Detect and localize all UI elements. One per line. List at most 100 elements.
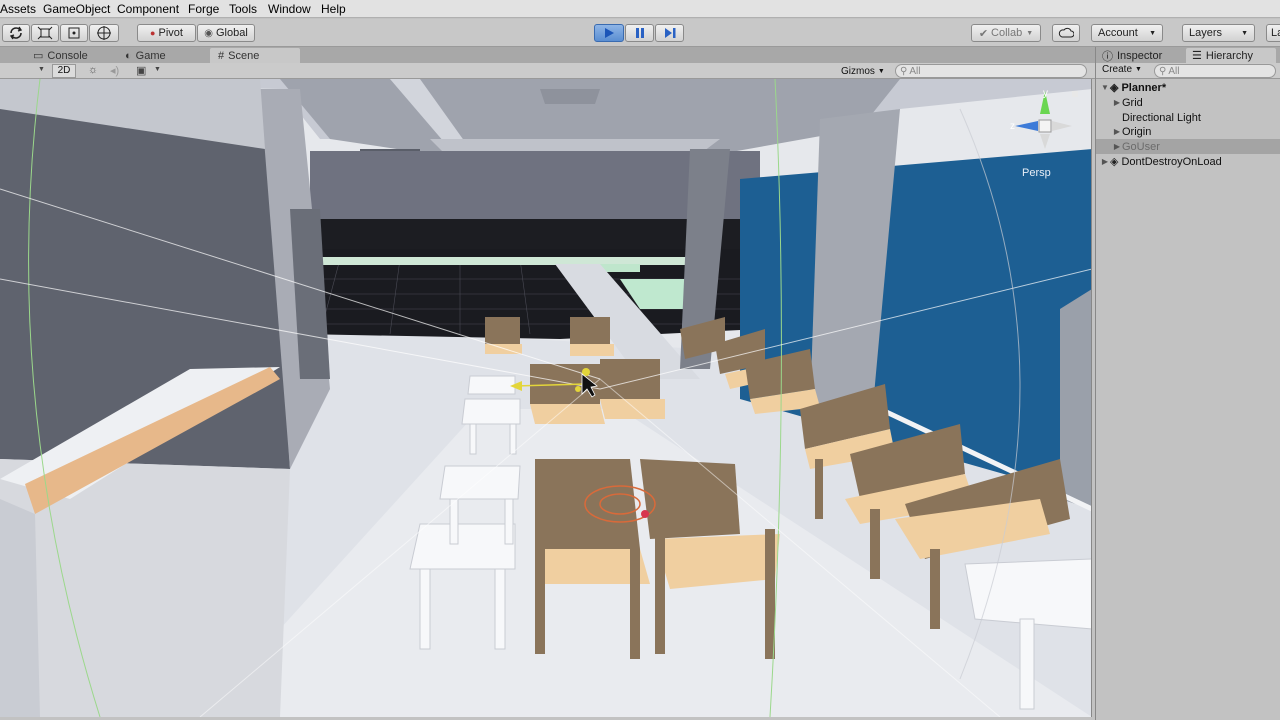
shading-dropdown-arrow-icon[interactable]: ▼: [38, 66, 45, 73]
right-far-column: [1060, 289, 1091, 509]
tab-scene[interactable]: # Scene: [210, 48, 300, 63]
effects-icon[interactable]: ▣: [136, 64, 146, 77]
unity-scene-icon: ◈: [1110, 156, 1119, 168]
tab-hierarchy-label: Hierarchy: [1205, 49, 1253, 62]
tab-inspector[interactable]: ⓘ Inspector: [1102, 48, 1162, 63]
step-button[interactable]: [655, 24, 684, 42]
lighting-icon[interactable]: ☼: [88, 64, 98, 76]
hierarchy-item-directional-light[interactable]: Directional Light: [1096, 110, 1280, 125]
reception-desk-front: [0, 499, 40, 717]
inspector-icon: ⓘ: [1102, 50, 1113, 63]
hierarchy-item-gouser[interactable]: ▶ GoUser: [1096, 139, 1280, 154]
ceiling-light: [540, 89, 600, 104]
transform-tool-icon: [97, 26, 111, 40]
tab-console[interactable]: ▭ Console: [33, 48, 88, 63]
distant-green-strip: [295, 257, 695, 265]
hierarchy-item-origin[interactable]: ▶ Origin: [1096, 124, 1280, 139]
collapsed-arrow-icon[interactable]: ▶: [1100, 157, 1110, 166]
rotate-tool-button[interactable]: [2, 24, 30, 42]
pivot-icon: ●: [150, 28, 156, 38]
tab-game-label: Game: [135, 49, 166, 62]
mode-2d-toggle[interactable]: 2D: [52, 64, 76, 78]
play-button[interactable]: [594, 24, 624, 42]
dropdown-arrow-icon: ▼: [877, 67, 885, 75]
pause-button[interactable]: [625, 24, 654, 42]
tab-scene-label: Scene: [228, 49, 260, 62]
toolbar: ● Pivot ◉ Global ✔ Collab ▼ Account ▼ Layers ▼…: [0, 19, 1280, 47]
unity-scene-icon: ◈: [1110, 82, 1119, 94]
tab-game[interactable]: ◐ Game: [125, 48, 166, 63]
create-dropdown[interactable]: Create ▼: [1102, 64, 1142, 75]
menu-bar: Assets GameObject Component Forge Tools …: [0, 0, 1280, 18]
scene-icon: #: [218, 49, 225, 62]
lock-icon: [1072, 91, 1078, 97]
account-label: Account: [1098, 27, 1138, 39]
gizmos-label: Gizmos: [841, 65, 875, 77]
game-icon: ◐: [125, 49, 132, 62]
rect-tool-icon: [68, 27, 80, 39]
gizmos-dropdown[interactable]: Gizmos ▼: [841, 64, 885, 78]
collapsed-arrow-icon[interactable]: ▶: [1112, 142, 1122, 151]
play-icon: [605, 28, 614, 38]
rotate-icon: [9, 26, 23, 40]
collapsed-arrow-icon[interactable]: ▶: [1112, 98, 1122, 107]
hierarchy-scene-dontdestroy[interactable]: ▶ ◈ DontDestroyOnLoad: [1096, 154, 1280, 169]
scene-render: y z Persp: [0, 79, 1091, 717]
hierarchy-search-input[interactable]: ⚲ All: [1154, 64, 1276, 78]
tab-hierarchy[interactable]: ☰ Hierarchy: [1186, 48, 1276, 63]
collapsed-arrow-icon[interactable]: ▶: [1112, 127, 1122, 136]
effects-dropdown-arrow-icon[interactable]: ▼: [154, 66, 161, 73]
tab-inspector-label: Inspector: [1117, 49, 1163, 62]
menu-help[interactable]: Help: [321, 2, 346, 16]
hierarchy-item-grid[interactable]: ▶ Grid: [1096, 95, 1280, 110]
mode-2d-label: 2D: [57, 65, 71, 76]
expanded-arrow-icon[interactable]: ▼: [1100, 83, 1110, 92]
scale-icon: [37, 26, 53, 40]
menu-component[interactable]: Component: [117, 2, 179, 16]
check-icon: ✔: [978, 27, 989, 40]
collab-button[interactable]: ✔ Collab ▼: [971, 24, 1041, 42]
global-button[interactable]: ◉ Global: [197, 24, 255, 42]
layers-dropdown[interactable]: Layers ▼: [1182, 24, 1255, 42]
step-icon: [664, 28, 675, 38]
gizmo-z-label: z: [1010, 121, 1015, 132]
pause-icon: [635, 28, 644, 38]
rect-tool-button[interactable]: [60, 24, 88, 42]
layout-dropdown[interactable]: La: [1266, 24, 1280, 42]
scene-toolbar: ▼ 2D ☼ ◂) ▣ ▼ Gizmos ▼ ⚲ All: [0, 63, 1095, 79]
pivot-button[interactable]: ● Pivot: [137, 24, 196, 42]
dropdown-arrow-icon: ▼: [1026, 29, 1034, 37]
hierarchy-scene-planner[interactable]: ▼ ◈ Planner*: [1096, 80, 1280, 95]
layers-label: Layers: [1189, 27, 1223, 39]
transform-tool-button[interactable]: [89, 24, 119, 42]
console-icon: ▭: [33, 50, 44, 62]
editor-tab-row: ▭ Console ◐ Game # Scene: [0, 47, 1095, 63]
menu-assets[interactable]: Assets: [0, 2, 36, 16]
cloud-icon: [1058, 27, 1074, 38]
account-dropdown[interactable]: Account ▼: [1091, 24, 1163, 42]
menu-forge[interactable]: Forge: [188, 2, 219, 16]
gizmo-y-label: y: [1043, 88, 1048, 99]
dropdown-arrow-icon: ▼: [1135, 66, 1142, 73]
hierarchy-search-placeholder: All: [1168, 65, 1180, 77]
right-panel: ⓘ Inspector ☰ Hierarchy Create ▼ ⚲ All ▼ ◈ Pla…: [1095, 47, 1280, 720]
hierarchy-icon: ☰: [1192, 50, 1202, 62]
scene-search-placeholder: All: [909, 65, 921, 77]
menu-gameobject[interactable]: GameObject: [43, 2, 110, 16]
menu-window[interactable]: Window: [268, 2, 311, 16]
scene-search-input[interactable]: ⚲ All: [895, 64, 1087, 78]
audio-icon[interactable]: ◂): [110, 64, 119, 77]
search-icon: ⚲: [900, 65, 908, 77]
dropdown-arrow-icon: ▼: [1241, 29, 1248, 37]
globe-icon: ◉: [204, 27, 213, 39]
cloud-button[interactable]: [1052, 24, 1080, 42]
scene-name: Planner*: [1121, 81, 1167, 94]
menu-tools[interactable]: Tools: [229, 2, 257, 16]
global-label: Global: [215, 27, 248, 39]
create-label: Create: [1102, 64, 1133, 75]
scene-viewport[interactable]: y z Persp: [0, 79, 1092, 717]
scale-tool-button[interactable]: [31, 24, 59, 42]
distant-green-block: [600, 264, 640, 272]
hierarchy-item-label: Directional Light: [1122, 111, 1201, 124]
hierarchy-item-label: Origin: [1122, 125, 1152, 138]
